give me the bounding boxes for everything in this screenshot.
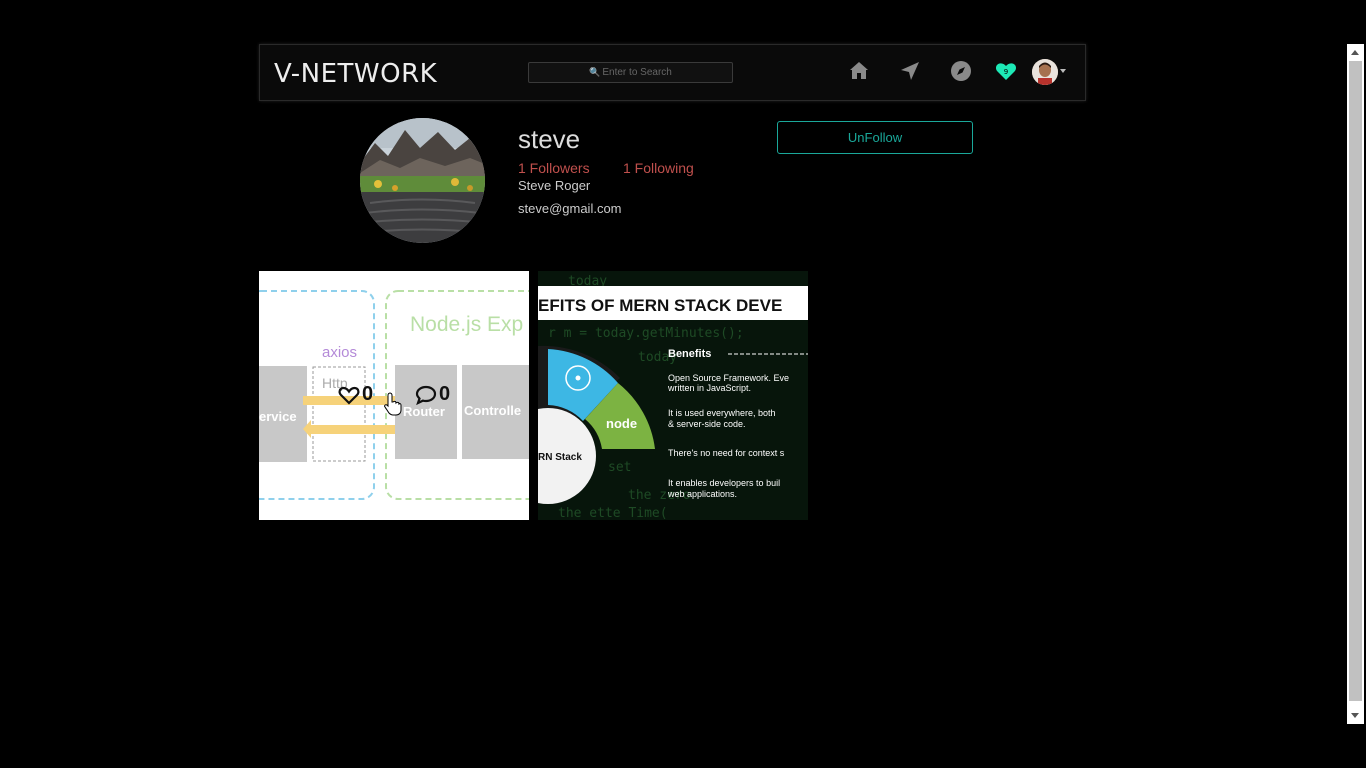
unfollow-button[interactable]: UnFollow bbox=[777, 121, 973, 154]
following-link[interactable]: 1 Following bbox=[623, 160, 694, 176]
post-image-text: ervice bbox=[259, 409, 297, 424]
post-image-text: It is used everywhere, both bbox=[668, 408, 776, 418]
send-icon[interactable] bbox=[898, 59, 922, 83]
top-navbar: V-NETWORK 🔍 Enter to Search 9 bbox=[259, 44, 1086, 101]
profile-fullname: Steve Roger bbox=[518, 178, 591, 193]
scroll-down-arrow-icon[interactable] bbox=[1351, 713, 1359, 718]
post-image-text: & server-side code. bbox=[668, 419, 746, 429]
profile-email: steve@gmail.com bbox=[518, 201, 622, 216]
post-image-text: axios bbox=[322, 344, 357, 361]
brand-logo[interactable]: V-NETWORK bbox=[274, 59, 437, 89]
post-image-text: There's no need for context s bbox=[668, 448, 785, 458]
scrollbar-thumb[interactable] bbox=[1349, 61, 1362, 701]
profile-username: steve bbox=[518, 124, 581, 154]
page-scrollbar[interactable] bbox=[1347, 44, 1364, 724]
explore-compass-icon[interactable] bbox=[949, 59, 973, 83]
like-heart-icon[interactable] bbox=[337, 383, 361, 407]
profile-avatar bbox=[360, 118, 485, 243]
post-image-text: web applications. bbox=[667, 489, 737, 499]
post-image: today r m = today.getMinutes(); today se… bbox=[538, 271, 808, 520]
post-image-text: EFITS OF MERN STACK DEVE bbox=[538, 296, 782, 315]
post-image-text: Node.js Exp bbox=[410, 313, 523, 336]
like-count: 0 bbox=[362, 383, 374, 405]
svg-text:r m = today.getMinutes();: r m = today.getMinutes(); bbox=[548, 326, 744, 341]
dropdown-caret-icon[interactable] bbox=[1060, 69, 1066, 73]
post-image-text: written in JavaScript. bbox=[667, 383, 751, 393]
search-input[interactable]: 🔍 Enter to Search bbox=[528, 62, 733, 83]
followers-link[interactable]: 1 Followers bbox=[518, 160, 590, 176]
post-card[interactable]: today r m = today.getMinutes(); today se… bbox=[538, 271, 808, 520]
comment-bubble-icon[interactable] bbox=[414, 383, 438, 407]
search-placeholder: Enter to Search bbox=[602, 67, 672, 78]
post-card[interactable]: Node.js Exp axios ervice Http Router Con… bbox=[259, 271, 529, 520]
post-image-text: node bbox=[606, 416, 637, 431]
notifications-heart-icon[interactable]: 9 bbox=[994, 59, 1018, 83]
notification-count: 9 bbox=[1004, 68, 1008, 76]
post-image-text: RN Stack bbox=[538, 452, 582, 463]
post-image-text: Benefits bbox=[668, 348, 711, 360]
user-avatar[interactable] bbox=[1032, 59, 1058, 85]
scroll-up-arrow-icon[interactable] bbox=[1351, 50, 1359, 55]
post-image-text: It enables developers to buil bbox=[668, 478, 780, 488]
comment-count: 0 bbox=[439, 383, 451, 405]
hand-cursor-icon bbox=[384, 392, 402, 416]
search-icon: 🔍 bbox=[589, 67, 601, 77]
svg-text:the ette Time(: the ette Time( bbox=[558, 506, 668, 520]
home-icon[interactable] bbox=[847, 59, 871, 83]
post-image-text: Open Source Framework. Eve bbox=[668, 373, 789, 383]
svg-text:set: set bbox=[608, 460, 631, 475]
